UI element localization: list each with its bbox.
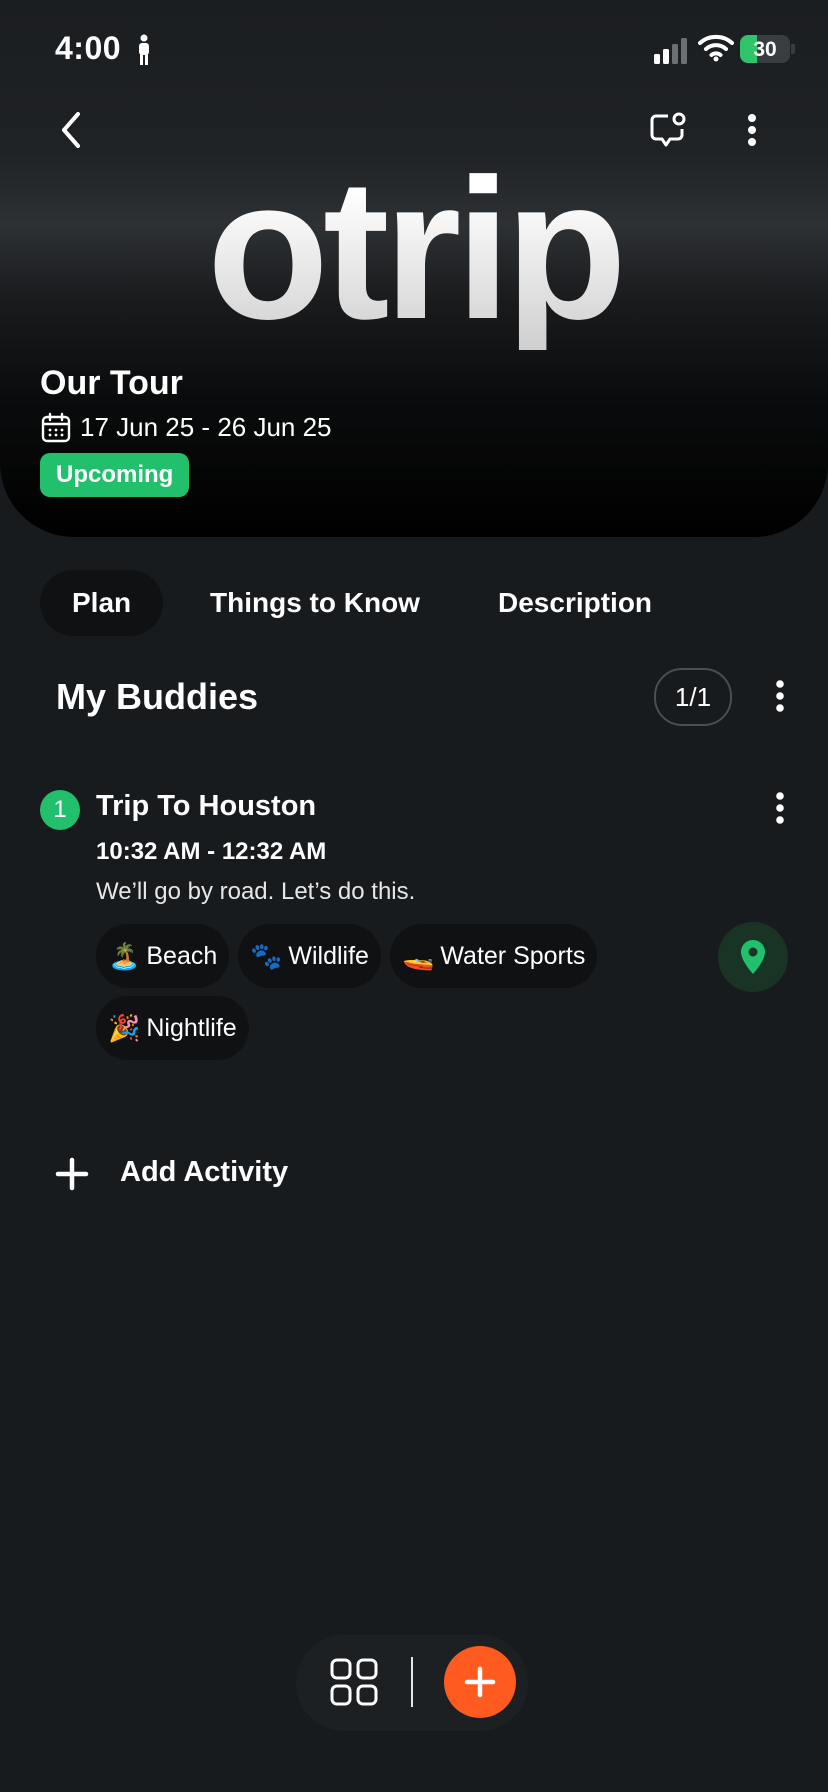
beach-icon: 🏝️ bbox=[108, 940, 141, 971]
otrip-logo: otrip bbox=[0, 150, 828, 350]
tag-label: Nightlife bbox=[146, 1013, 237, 1042]
battery-level: 30 bbox=[753, 38, 777, 61]
tag-beach[interactable]: 🏝️ Beach bbox=[96, 924, 230, 988]
add-activity-button[interactable]: Add Activity bbox=[120, 1156, 288, 1189]
tag-label: Beach bbox=[146, 941, 218, 970]
activity-time: 10:32 AM - 12:32 AM bbox=[96, 838, 327, 865]
map-pin-icon bbox=[741, 940, 765, 974]
chat-icon bbox=[650, 112, 686, 147]
more-icon bbox=[776, 680, 784, 712]
signal-icon bbox=[654, 38, 687, 64]
plus-icon bbox=[464, 1666, 496, 1698]
grid-view-button[interactable] bbox=[326, 1654, 382, 1710]
more-icon bbox=[748, 114, 756, 146]
activity-more-button[interactable] bbox=[752, 780, 808, 836]
tag-water-sports[interactable]: 🚤 Water Sports bbox=[390, 924, 598, 988]
activity-description: We’ll go by road. Let’s do this. bbox=[96, 878, 416, 905]
status-badge: Upcoming bbox=[40, 453, 190, 497]
battery-tip bbox=[791, 44, 795, 54]
back-icon bbox=[62, 112, 80, 148]
speedboat-icon: 🚤 bbox=[402, 940, 435, 971]
activity-title[interactable]: Trip To Houston bbox=[96, 790, 316, 823]
trip-title: Our Tour bbox=[40, 364, 183, 402]
party-popper-icon: 🎉 bbox=[108, 1012, 141, 1043]
battery-indicator: 30 bbox=[740, 35, 790, 63]
paw-icon: 🐾 bbox=[250, 940, 283, 971]
toolbar-divider bbox=[411, 1657, 413, 1707]
person-icon bbox=[139, 34, 149, 65]
grid-icon bbox=[330, 1658, 378, 1706]
tab-description[interactable]: Description bbox=[466, 570, 684, 636]
calendar-icon bbox=[41, 412, 71, 443]
tag-wildlife[interactable]: 🐾 Wildlife bbox=[238, 924, 381, 988]
tag-label: Water Sports bbox=[440, 941, 586, 970]
trip-dates: 17 Jun 25 - 26 Jun 25 bbox=[80, 412, 332, 442]
tab-plan[interactable]: Plan bbox=[40, 570, 164, 636]
more-icon bbox=[776, 792, 784, 824]
location-button[interactable] bbox=[718, 922, 788, 992]
tag-nightlife[interactable]: 🎉 Nightlife bbox=[96, 996, 249, 1060]
buddies-more-button[interactable] bbox=[752, 668, 808, 724]
buddies-counter[interactable]: 1/1 bbox=[654, 668, 732, 726]
add-fab-button[interactable] bbox=[444, 1646, 516, 1718]
plus-icon[interactable] bbox=[54, 1156, 90, 1192]
tab-things-to-know[interactable]: Things to Know bbox=[178, 570, 452, 636]
wifi-icon bbox=[698, 34, 734, 62]
activity-number: 1 bbox=[40, 790, 80, 830]
section-title: My Buddies bbox=[56, 676, 259, 717]
status-time: 4:00 bbox=[55, 30, 122, 66]
tag-label: Wildlife bbox=[288, 941, 369, 970]
